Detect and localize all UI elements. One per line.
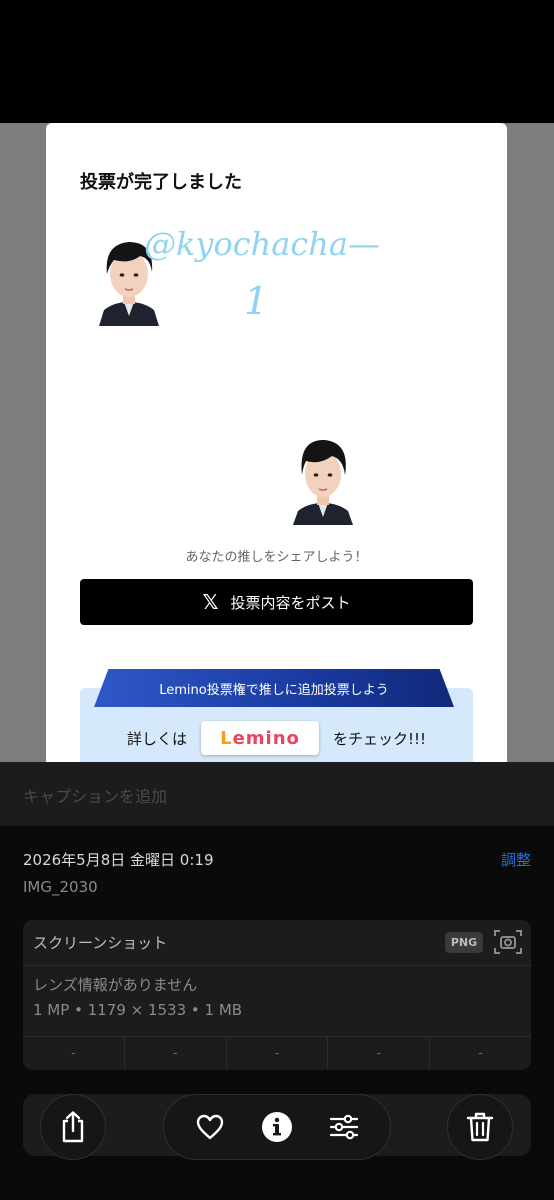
page-title: 投票が完了しました (80, 172, 242, 193)
lens-info: レンズ情報がありません (33, 976, 198, 994)
exif-cell: - (227, 1037, 329, 1070)
exif-cell: - (478, 1046, 483, 1061)
trash-icon (466, 1112, 494, 1142)
info-button[interactable] (254, 1104, 300, 1150)
caption-placeholder: キャプションを追加 (23, 787, 168, 806)
metadata-title: スクリーンショット (33, 934, 168, 952)
heart-icon (196, 1114, 223, 1140)
exif-cell: - (125, 1037, 227, 1070)
post-button-label: 投票内容をポスト (230, 593, 351, 612)
handwritten-annotation: @kyochacha— 1 (144, 221, 380, 333)
adjust-date-button[interactable]: 調整 (501, 849, 531, 870)
x-logo-icon: 𝕏 (202, 590, 219, 614)
adjust-button[interactable] (321, 1104, 367, 1150)
lemino-suffix: をチェック!!! (332, 729, 427, 748)
lemino-row: 詳しくは Lemino をチェック!!! (80, 721, 473, 755)
post-vote-button[interactable]: 𝕏 投票内容をポスト (80, 579, 473, 625)
metadata-card: スクリーンショット PNG レンズ情報がありません 1 MP • 1179 × … (23, 920, 531, 1070)
vote-complete-card: 投票が完了しました @kyochacha— 1 あなたの推しをシェアしよう！ 𝕏… (46, 123, 507, 762)
file-name: IMG_2030 (23, 878, 98, 896)
image-specs: 1 MP • 1179 × 1533 • 1 MB (33, 1001, 243, 1019)
format-badge: PNG (445, 932, 483, 953)
info-icon (261, 1112, 292, 1142)
caption-field[interactable]: キャプションを追加 (0, 762, 554, 826)
lemino-prefix: 詳しくは (126, 729, 187, 748)
action-pill (163, 1094, 391, 1160)
delete-button[interactable] (447, 1094, 513, 1160)
share-button[interactable] (40, 1094, 106, 1160)
sliders-icon (330, 1114, 359, 1140)
photo-info-panel: キャプションを追加 2026年5月8日 金曜日 0:19 調整 IMG_2030… (0, 762, 554, 1200)
lemino-promo[interactable]: Lemino投票権で推しに追加投票しよう 詳しくは Lemino をチェック!!… (80, 669, 473, 762)
photo-viewer[interactable]: 投票が完了しました @kyochacha— 1 あなたの推しをシェアしよう！ 𝕏… (0, 0, 554, 762)
lemino-logo[interactable]: Lemino (200, 721, 319, 755)
share-prompt: あなたの推しをシェアしよう！ (185, 550, 368, 565)
handwritten-handle: @kyochacha— (144, 225, 380, 263)
exif-row: - - - - - (23, 1037, 531, 1070)
divider (23, 965, 531, 966)
handwritten-number: 1 (244, 279, 269, 323)
share-icon (62, 1111, 84, 1143)
favorite-button[interactable] (187, 1104, 233, 1150)
photo-date: 2026年5月8日 金曜日 0:19 (23, 851, 214, 869)
screenshot-camera-icon (493, 928, 523, 956)
exif-cell: - (23, 1037, 125, 1070)
exif-cell: - (328, 1037, 431, 1070)
lemino-banner: Lemino投票権で推しに追加投票しよう (94, 669, 454, 707)
member-avatar (288, 429, 358, 525)
